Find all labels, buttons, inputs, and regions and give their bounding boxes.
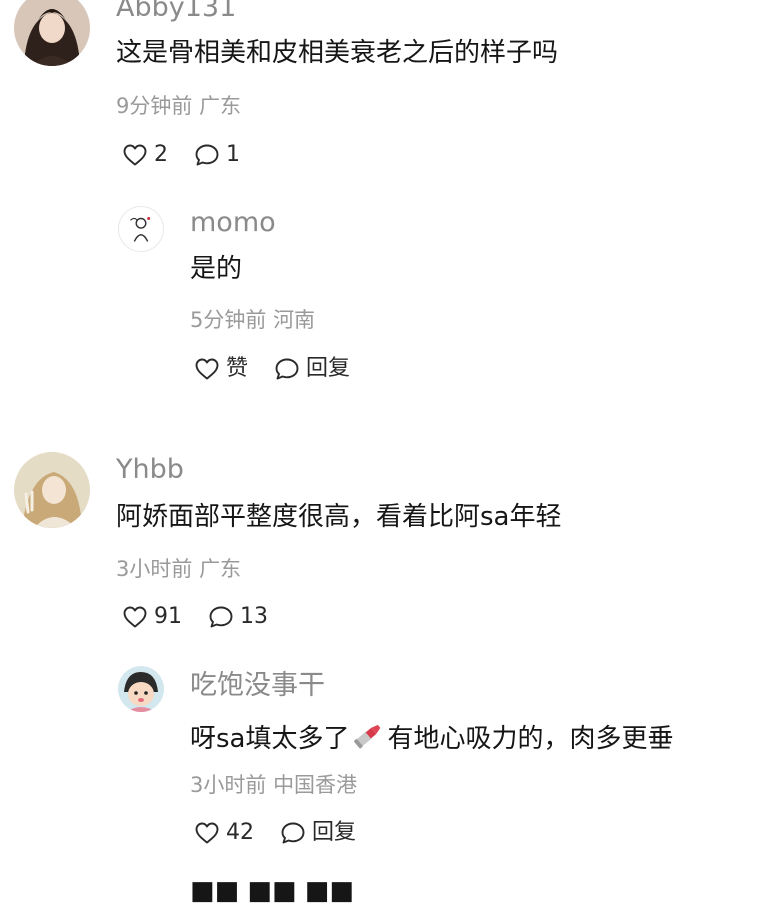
reply-location: 中国香港 bbox=[273, 773, 358, 797]
like-label: 赞 bbox=[226, 356, 249, 381]
reply-count: 1 bbox=[226, 142, 240, 167]
reply-username[interactable]: 吃饱没事干 bbox=[190, 672, 325, 699]
speech-bubble-icon bbox=[280, 821, 306, 845]
like-button[interactable]: 赞 bbox=[194, 357, 248, 381]
username[interactable]: Abby131 bbox=[116, 0, 236, 21]
heart-outline-icon bbox=[194, 821, 220, 845]
comment-meta: 9分钟前 广东 bbox=[116, 96, 241, 117]
comment-item: Yhbb 阿娇面部平整度很高，看着比阿sa年轻 3小时前 广东 91 13 吃饱… bbox=[0, 430, 758, 888]
comment-location: 广东 bbox=[199, 557, 242, 581]
speech-bubble-icon bbox=[274, 357, 300, 381]
reply-avatar[interactable] bbox=[118, 206, 164, 252]
comment-text: 阿娇面部平整度很高，看着比阿sa年轻 bbox=[116, 502, 562, 532]
reply-time: 5分钟前 bbox=[190, 308, 267, 332]
lipstick-emoji bbox=[351, 720, 385, 755]
reply-text-after: 有地心吸力的，肉多更垂 bbox=[387, 724, 674, 754]
comment-time: 3小时前 bbox=[116, 557, 193, 581]
avatar[interactable] bbox=[14, 452, 90, 528]
reply-text: 呀sa填太多了 有地心吸力的，肉多更垂 bbox=[190, 720, 674, 755]
speech-bubble-icon bbox=[194, 143, 220, 167]
reply-location: 河南 bbox=[273, 308, 316, 332]
comment-actions: 2 1 bbox=[122, 143, 240, 167]
reply-actions: 赞 回复 bbox=[194, 357, 350, 381]
reply-label: 回复 bbox=[312, 820, 357, 845]
like-button[interactable]: 2 bbox=[122, 143, 168, 167]
reply-actions: 42 回复 bbox=[194, 821, 356, 845]
reply-count-button[interactable]: 1 bbox=[194, 143, 240, 167]
reply-meta: 5分钟前 河南 bbox=[190, 310, 315, 331]
speech-bubble-icon bbox=[208, 605, 234, 629]
reply-text: 是的 bbox=[190, 254, 243, 284]
like-button[interactable]: 42 bbox=[194, 821, 254, 845]
comment-actions: 91 13 bbox=[122, 605, 268, 629]
comment-text: 这是骨相美和皮相美衰老之后的样子吗 bbox=[116, 38, 559, 68]
comment-item: Abby131 这是骨相美和皮相美衰老之后的样子吗 9分钟前 广东 2 1 mo… bbox=[0, 0, 758, 430]
reply-time: 3小时前 bbox=[190, 773, 267, 797]
like-count: 2 bbox=[154, 142, 168, 167]
reply-button[interactable]: 回复 bbox=[274, 357, 350, 381]
cut-off-next-reply: ■■ ■■ ■■ bbox=[190, 876, 354, 906]
reply-username[interactable]: momo bbox=[190, 209, 276, 236]
comment-time: 9分钟前 bbox=[116, 94, 193, 118]
reply-button[interactable]: 回复 bbox=[280, 821, 356, 845]
heart-outline-icon bbox=[122, 605, 148, 629]
reply-label: 回复 bbox=[306, 356, 351, 381]
heart-outline-icon bbox=[122, 143, 148, 167]
reply-count-button[interactable]: 13 bbox=[208, 605, 268, 629]
comment-meta: 3小时前 广东 bbox=[116, 559, 241, 580]
reply-text-before: 呀sa填太多了 bbox=[190, 724, 350, 754]
like-button[interactable]: 91 bbox=[122, 605, 182, 629]
like-count: 42 bbox=[226, 820, 254, 845]
heart-outline-icon bbox=[194, 357, 220, 381]
like-count: 91 bbox=[154, 604, 182, 629]
comment-location: 广东 bbox=[199, 94, 242, 118]
reply-avatar[interactable] bbox=[118, 666, 164, 712]
reply-meta: 3小时前 中国香港 bbox=[190, 775, 357, 796]
username[interactable]: Yhbb bbox=[116, 456, 184, 483]
reply-count: 13 bbox=[240, 604, 268, 629]
avatar[interactable] bbox=[14, 0, 90, 66]
